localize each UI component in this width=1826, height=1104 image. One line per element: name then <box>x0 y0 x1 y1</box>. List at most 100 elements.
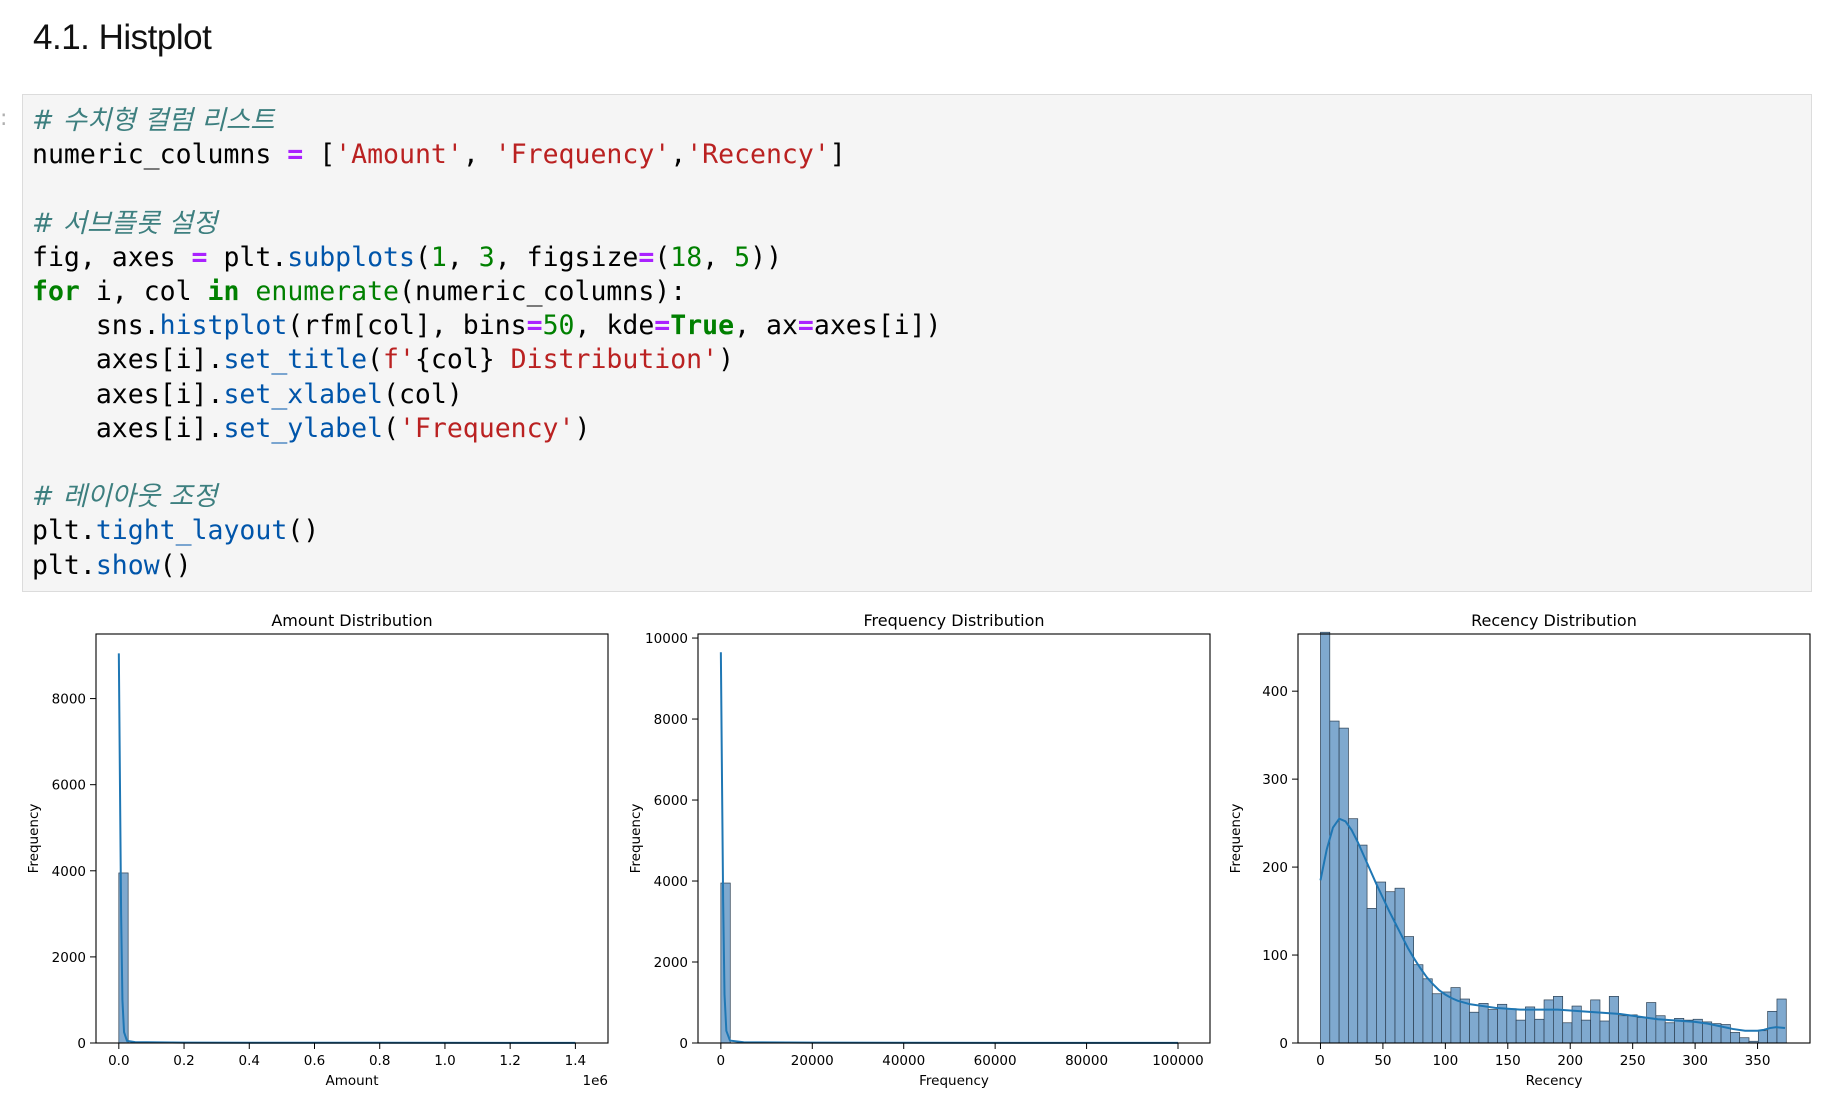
code-token: histplot <box>159 310 288 342</box>
histogram-bar <box>1506 1008 1517 1044</box>
code-token: i, col <box>79 276 208 307</box>
code-token: 'Frequency' <box>494 139 671 171</box>
chart-title: Frequency Distribution <box>863 611 1044 630</box>
histogram-bar <box>1674 1018 1685 1044</box>
code-token: Distribution' <box>494 344 719 376</box>
x-tick-label: 1.0 <box>434 1053 455 1069</box>
code-token: axes[i]. <box>32 344 224 376</box>
histogram-bar <box>1553 996 1564 1044</box>
code-line: # 레이아웃 조정 <box>32 480 217 514</box>
histogram-bar <box>1590 999 1601 1044</box>
histogram-bar <box>1413 964 1424 1044</box>
y-tick-label: 6000 <box>52 778 86 794</box>
x-tick-label: 100000 <box>1152 1053 1204 1069</box>
x-tick-label: 40000 <box>882 1053 925 1069</box>
code-token: = <box>654 310 671 342</box>
code-line: for i, col in enumerate(numeric_columns)… <box>32 275 686 309</box>
histogram-bar <box>1478 1003 1489 1044</box>
cell-output: Amount Distribution 0.0 0.2 0.4 0.6 0.8 1.0 1.2… <box>22 600 1812 1100</box>
x-tick-label: 0.4 <box>239 1053 260 1069</box>
histogram-bar <box>1580 1019 1591 1044</box>
histogram-bar <box>1366 908 1377 1044</box>
code-token: = <box>287 139 304 171</box>
code-cell[interactable]: # 수치형 컬럼 리스트 numeric_columns = ['Amount',… <box>22 94 1812 592</box>
code-token: sns. <box>32 310 160 342</box>
histogram-bar <box>1534 1018 1545 1044</box>
code-token: fig, axes <box>32 241 192 273</box>
histogram-bar <box>1664 1022 1675 1044</box>
histogram-bar <box>1459 998 1470 1044</box>
x-axis-label: Recency <box>1526 1073 1583 1089</box>
code-line: numeric_columns = ['Amount', 'Frequency'… <box>32 138 846 172</box>
chart-title: Amount Distribution <box>271 611 432 630</box>
kde-curve <box>117 653 576 1044</box>
code-token: axes[i]. <box>32 378 224 410</box>
code-token: , <box>670 139 687 171</box>
code-token: , <box>462 139 495 171</box>
code-token: set_xlabel <box>223 378 383 410</box>
code-token: set_ylabel <box>223 412 383 444</box>
chart-title: Recency Distribution <box>1471 611 1637 630</box>
code-token: subplots <box>287 241 415 273</box>
code-token: numeric_columns <box>32 139 288 171</box>
y-tick-label: 100 <box>1262 948 1288 964</box>
x-axis-label: Frequency <box>919 1073 989 1089</box>
histogram-bar <box>1730 1032 1741 1044</box>
y-tick-label: 6000 <box>654 793 688 809</box>
code-token: , ax <box>734 310 798 342</box>
x-tick-label: 200 <box>1557 1053 1583 1069</box>
histogram-bar <box>1376 881 1387 1044</box>
code-token: 'Frequency' <box>398 412 575 444</box>
histogram-bar <box>1739 1037 1750 1044</box>
x-tick-label: 50 <box>1374 1053 1391 1069</box>
code-token: enumerate <box>255 276 399 307</box>
cell-prompt-marker: : <box>0 106 8 131</box>
y-axis-label: Frequency <box>1228 804 1244 874</box>
histogram-bar <box>1441 991 1452 1044</box>
histogram-bar <box>1525 1006 1536 1044</box>
code-line: axes[i].set_ylabel('Frequency') <box>32 412 591 446</box>
code-token: 'Recency' <box>686 139 830 171</box>
code-line: plt.show() <box>32 549 192 583</box>
y-tick-label: 0 <box>1279 1036 1288 1052</box>
code-token: # 수치형 컬럼 리스트 <box>32 105 275 136</box>
histogram-bar <box>1431 993 1442 1044</box>
histplot-figure: Amount Distribution 0.0 0.2 0.4 0.6 0.8 1.0 1.2… <box>26 611 1811 1089</box>
code-token: ) <box>718 344 735 376</box>
histogram-bar <box>1497 1003 1508 1044</box>
code-token: True <box>670 310 735 342</box>
histogram-bar <box>1348 818 1359 1044</box>
histogram-bar <box>1357 844 1368 1044</box>
y-tick-label: 2000 <box>52 950 86 966</box>
code-token: in <box>207 276 240 307</box>
code-token: () <box>159 549 192 581</box>
code-token: 3 <box>478 241 495 273</box>
histplot-1: Frequency Distribution0 20000 40000 60000 80… <box>628 611 1211 1089</box>
code-token: ( <box>383 412 399 444</box>
y-tick-label: 4000 <box>52 864 86 880</box>
axes-frame <box>697 633 1211 1044</box>
y-axis-label: Frequency <box>26 804 42 874</box>
histogram-bar <box>1403 936 1414 1044</box>
code-token: {col} <box>414 344 495 376</box>
y-tick-label: 2000 <box>654 955 688 971</box>
axes-frame <box>95 633 609 1044</box>
code-token: )) <box>750 241 783 273</box>
code-line: plt.tight_layout() <box>32 514 319 548</box>
code-line: axes[i].set_title(f'{col} Distribution') <box>32 343 734 377</box>
code-token: for <box>32 276 80 307</box>
code-token: (numeric_columns): <box>399 276 687 307</box>
code-token: = <box>526 310 543 342</box>
code-token: # 서브플롯 설정 <box>32 207 218 239</box>
y-tick-label: 8000 <box>654 712 688 728</box>
histogram-bar <box>1627 1014 1638 1044</box>
y-tick-label: 300 <box>1262 772 1288 788</box>
x-tick-label: 60000 <box>974 1053 1017 1069</box>
section-heading: 4.1. Histplot <box>33 18 212 57</box>
x-tick-label: 150 <box>1495 1053 1521 1069</box>
y-tick-label: 10000 <box>645 631 688 647</box>
code-token: = <box>797 310 814 342</box>
x-tick-label: 350 <box>1745 1053 1771 1069</box>
x-tick-label: 250 <box>1620 1053 1646 1069</box>
